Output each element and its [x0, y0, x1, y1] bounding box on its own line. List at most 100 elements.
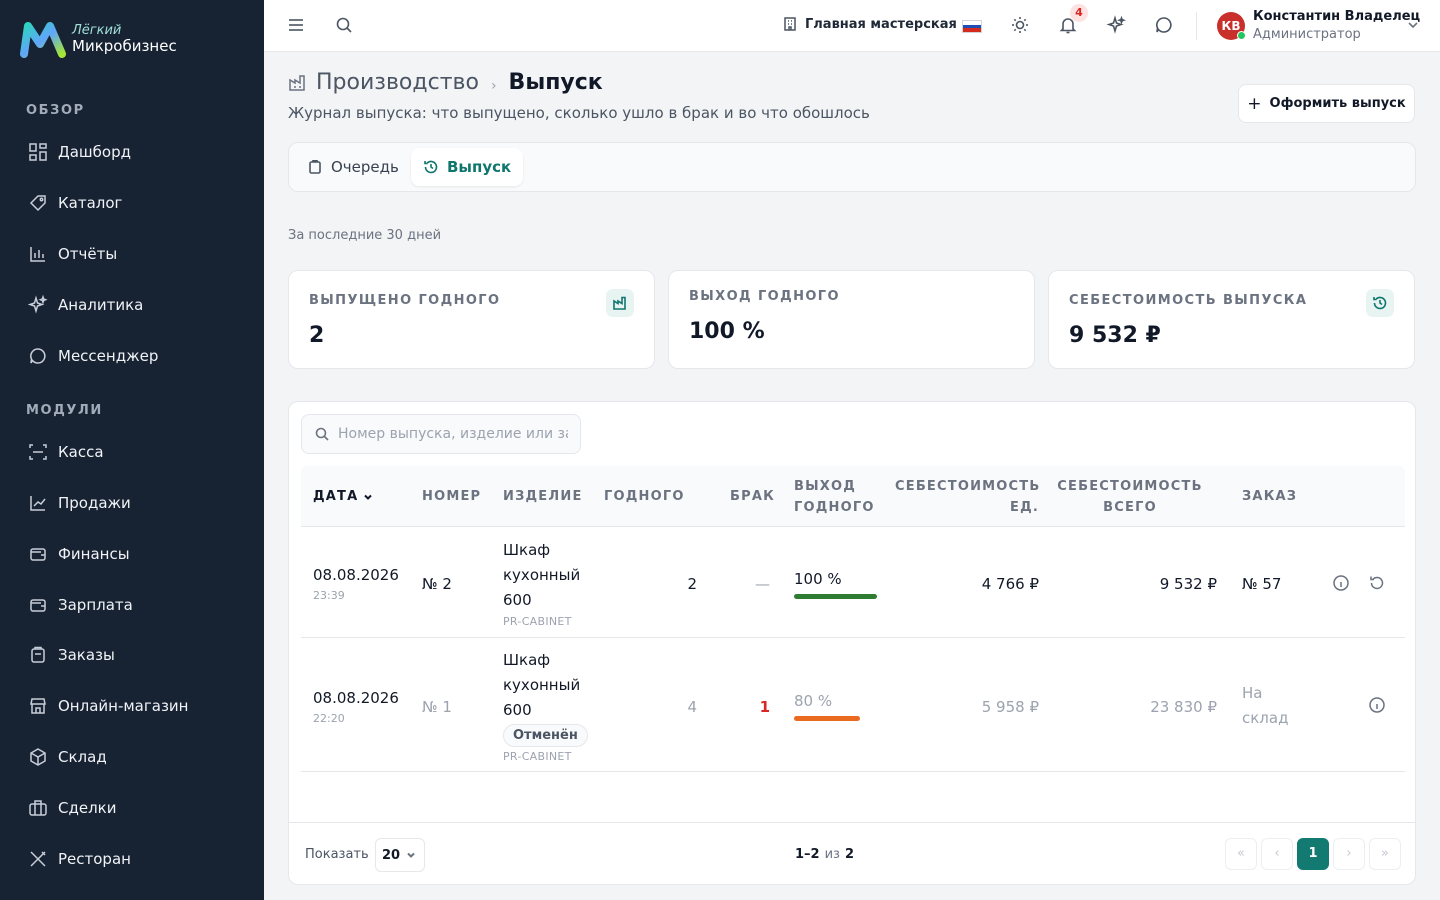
sidebar-item-cashier[interactable]: Касса — [28, 438, 104, 466]
sidebar-item-online-store[interactable]: Онлайн-магазин — [28, 692, 188, 720]
cell-total-cost: 9 532 ₽ — [1159, 575, 1217, 593]
scan-icon — [29, 444, 47, 460]
user-menu-toggle[interactable] — [1406, 18, 1420, 32]
kpi-card-cost: СЕБЕСТОИМОСТЬ ВЫПУСКА 9 532 ₽ — [1048, 270, 1415, 369]
chevron-down-icon — [407, 852, 415, 858]
column-header-number: НОМЕР — [422, 489, 482, 504]
sun-icon — [1012, 17, 1028, 33]
sidebar-item-sales[interactable]: Продажи — [28, 489, 131, 517]
cell-order: На склад — [1242, 681, 1288, 731]
order-line: склад — [1242, 709, 1289, 727]
order-line: На — [1242, 684, 1263, 702]
tab-output[interactable]: Выпуск — [411, 148, 524, 186]
page-size-select[interactable]: 20 — [375, 838, 425, 872]
chat-icon — [1156, 17, 1172, 33]
ai-assistant-button[interactable] — [1106, 15, 1126, 35]
cell-good: 2 — [687, 575, 697, 593]
create-output-button[interactable]: + Оформить выпуск — [1238, 84, 1415, 123]
info-icon — [1333, 575, 1349, 591]
utensils-icon — [30, 851, 46, 867]
user-name[interactable]: Константин Владелец — [1253, 9, 1420, 24]
theme-toggle-button[interactable] — [1010, 15, 1030, 35]
sidebar-item-label: Заказы — [58, 646, 115, 664]
sparkle-icon — [28, 295, 48, 314]
workshop-selector[interactable]: Главная мастерская — [782, 16, 957, 32]
column-header-line: СЕБЕСТОИМОСТЬ — [895, 479, 1041, 494]
sidebar-item-label: Касса — [58, 443, 104, 461]
sparkle-icon — [1106, 15, 1126, 34]
column-header-product: ИЗДЕЛИЕ — [503, 489, 583, 504]
cell-date: 08.08.2026 — [313, 566, 399, 584]
cell-number[interactable]: № 2 — [422, 575, 452, 593]
status-pill: Отменён — [503, 724, 588, 747]
search-field[interactable] — [301, 414, 581, 454]
sidebar-item-reports[interactable]: Отчёты — [28, 240, 117, 268]
box-icon — [30, 748, 46, 766]
cell-yield: 100 % — [794, 570, 884, 599]
next-page-button[interactable]: › — [1333, 838, 1365, 870]
sidebar-item-label: Склад — [58, 748, 107, 766]
sidebar-item-restaurant[interactable]: Ресторан — [28, 845, 131, 873]
sidebar-item-dashboard[interactable]: Дашборд — [28, 138, 131, 166]
details-button[interactable] — [1368, 696, 1386, 714]
cell-unit-cost: 4 766 ₽ — [981, 575, 1039, 593]
cell-order-link[interactable]: № 57 — [1242, 575, 1281, 593]
breadcrumb-parent[interactable]: Производство — [316, 70, 479, 95]
chevron-down-icon — [1408, 22, 1418, 29]
notifications-count-badge: 4 — [1070, 4, 1088, 22]
sidebar-item-finance[interactable]: Финансы — [28, 540, 130, 568]
table-row[interactable]: 08.08.2026 23:39 № 2 Шкаф кухонный 600 P… — [301, 528, 1405, 638]
column-header-line: ВЫХОД — [794, 479, 857, 494]
search-input[interactable] — [338, 426, 568, 442]
column-header-date[interactable]: ДАТА — [313, 486, 374, 507]
kpi-value: 9 532 ₽ — [1069, 323, 1161, 348]
page-button-current[interactable]: 1 — [1297, 838, 1329, 870]
sidebar-item-label: Сделки — [58, 799, 117, 817]
sidebar-item-messenger[interactable]: Мессенджер — [28, 342, 158, 370]
messages-button[interactable] — [1154, 15, 1174, 35]
chart-line-icon — [30, 496, 46, 511]
details-button[interactable] — [1332, 574, 1350, 592]
briefcase-icon — [29, 800, 47, 816]
sidebar-item-label: Зарплата — [58, 596, 133, 614]
cell-product: Шкаф кухонный 600 — [503, 648, 580, 723]
plus-icon: + — [1247, 93, 1262, 114]
brand[interactable]: Лёгкий Микробизнес — [20, 20, 177, 58]
brand-name: Микробизнес — [72, 37, 177, 55]
kpi-label: ВЫПУЩЕНО ГОДНОГО — [309, 293, 501, 308]
column-header-defect: БРАК — [730, 489, 775, 504]
breadcrumb-separator: › — [490, 77, 497, 94]
sidebar-item-orders[interactable]: Заказы — [28, 641, 115, 669]
cell-product: Шкаф кухонный 600 — [503, 538, 580, 613]
kpi-value: 2 — [309, 323, 325, 348]
table-header: ДАТА НОМЕР ИЗДЕЛИЕ ГОДНОГО БРАК ВЫХОД ГО… — [301, 466, 1405, 527]
cell-number[interactable]: № 1 — [422, 698, 452, 716]
online-status-dot — [1237, 31, 1246, 40]
revert-button[interactable] — [1368, 574, 1386, 592]
sidebar-item-salary[interactable]: Зарплата — [28, 591, 133, 619]
info-icon — [1369, 697, 1385, 713]
global-search-button[interactable] — [334, 15, 354, 35]
language-flag-icon[interactable] — [962, 20, 982, 33]
sidebar-item-warehouse[interactable]: Склад — [28, 743, 107, 771]
cancelled-badge: Отменён — [503, 724, 588, 747]
sidebar-item-catalog[interactable]: Каталог — [28, 189, 122, 217]
table-row[interactable]: 08.08.2026 22:20 № 1 Шкаф кухонный 600 О… — [301, 638, 1405, 772]
column-header-line: СЕБЕСТОИМОСТЬ — [1057, 479, 1203, 494]
wallet-icon — [30, 599, 46, 612]
undo-icon — [1370, 576, 1384, 590]
breadcrumb: Производство › Выпуск — [288, 70, 603, 95]
create-output-label: Оформить выпуск — [1269, 96, 1406, 111]
table-footer: Показать 20 1–2 из 2 « ‹ 1 › » — [289, 822, 1415, 885]
sidebar-item-deals[interactable]: Сделки — [28, 794, 116, 822]
tab-queue[interactable]: Очередь — [295, 148, 411, 186]
sidebar-item-analytics[interactable]: Аналитика — [28, 291, 143, 319]
menu-toggle-button[interactable] — [286, 15, 306, 35]
brand-tagline: Лёгкий — [72, 23, 122, 38]
sidebar-item-label: Финансы — [58, 545, 130, 563]
prev-page-button[interactable]: ‹ — [1261, 838, 1293, 870]
workshop-name: Главная мастерская — [805, 16, 957, 32]
cell-unit-cost: 5 958 ₽ — [981, 698, 1039, 716]
first-page-button[interactable]: « — [1225, 838, 1257, 870]
last-page-button[interactable]: » — [1369, 838, 1401, 870]
